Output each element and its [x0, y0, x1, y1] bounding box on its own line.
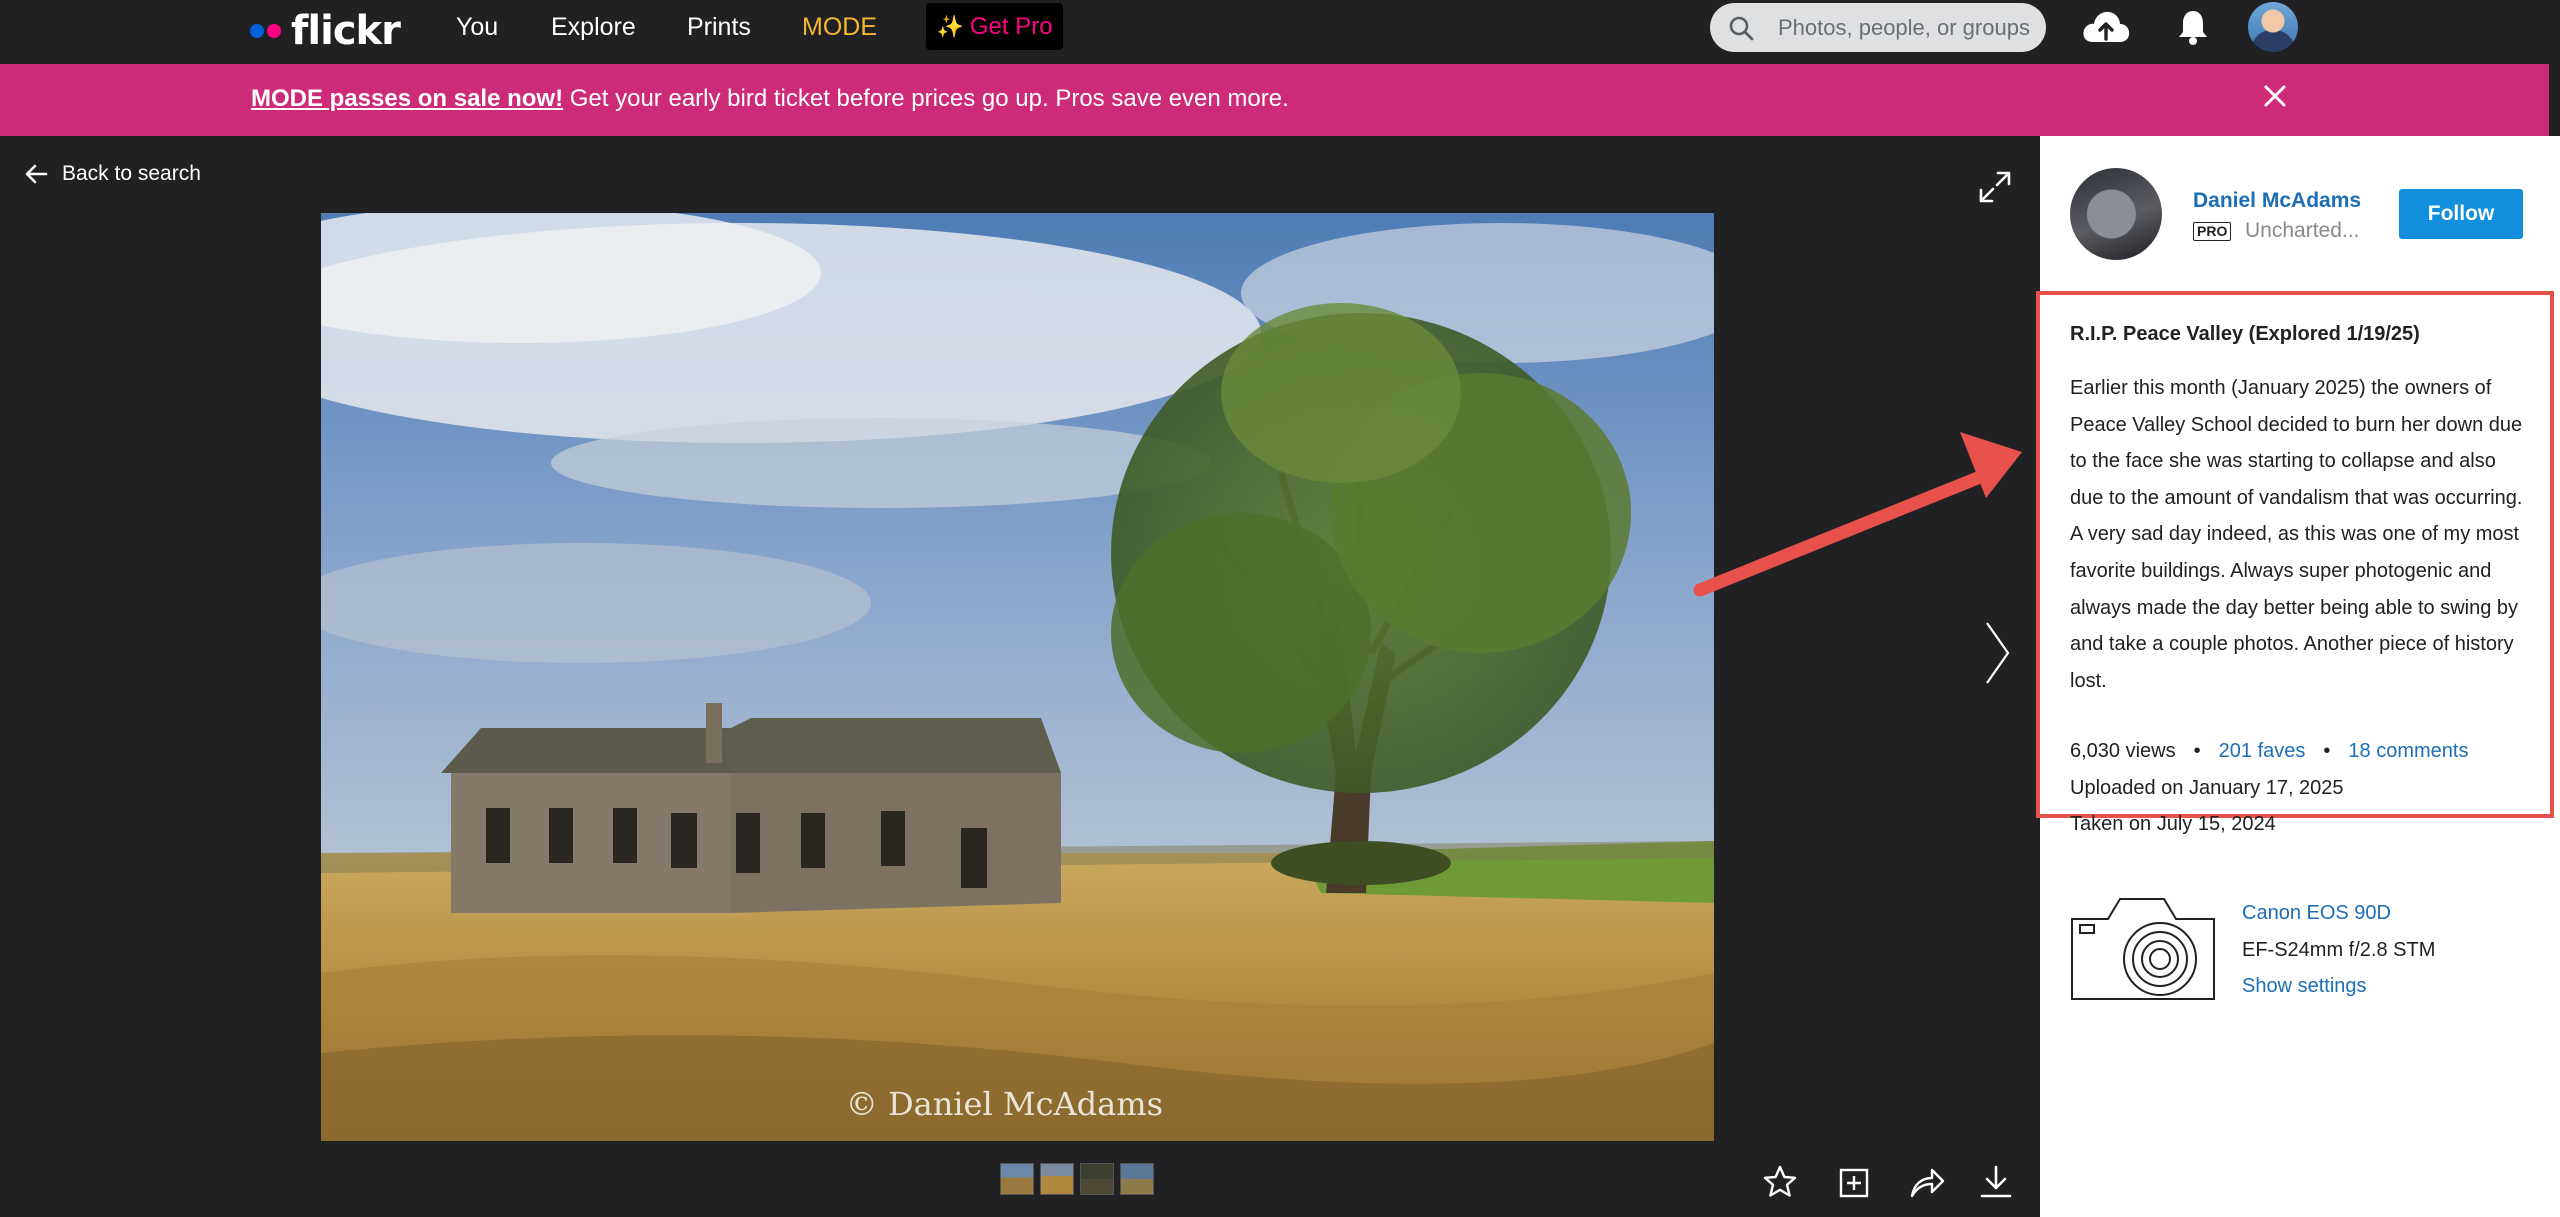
- owner-avatar[interactable]: [2070, 168, 2162, 260]
- photo-illustration: [321, 213, 1714, 1141]
- next-photo-chevron-icon[interactable]: [1984, 620, 2012, 686]
- add-to-gallery-icon[interactable]: [1837, 1164, 1871, 1200]
- photo-description: Earlier this month (January 2025) the ow…: [2070, 377, 2523, 692]
- share-arrow-icon[interactable]: [1908, 1164, 1946, 1200]
- logo-pink-dot: [267, 24, 281, 38]
- banner-text: Get your early bird ticket before prices…: [563, 85, 1289, 112]
- close-icon[interactable]: [2263, 84, 2287, 108]
- main-photo[interactable]: © Daniel McAdams: [321, 213, 1714, 1141]
- camera-model-link[interactable]: Canon EOS 90D: [2242, 902, 2391, 925]
- get-pro-label: Get Pro: [969, 12, 1053, 40]
- arrow-left-icon: [25, 164, 48, 184]
- follow-button[interactable]: Follow: [2399, 189, 2523, 239]
- back-to-search-link[interactable]: Back to search: [24, 162, 201, 186]
- promo-banner: MODE passes on sale now! Get your early …: [0, 64, 2549, 136]
- faves-link[interactable]: 201 faves: [2219, 740, 2306, 762]
- views-count: 6,030 views: [2070, 740, 2176, 762]
- pro-badge: PRO: [2193, 222, 2232, 241]
- nav-explore[interactable]: Explore: [551, 12, 636, 42]
- download-icon[interactable]: [1979, 1164, 2013, 1200]
- back-to-search-label: Back to search: [62, 162, 201, 185]
- owner-name-link[interactable]: Daniel McAdams: [2193, 189, 2361, 213]
- photo-title: R.I.P. Peace Valley (Explored 1/19/25): [2070, 323, 2420, 345]
- stats-separator: •: [2193, 740, 2201, 762]
- photo-stats: 6,030 views • 201 faves • 18 comments: [2070, 740, 2468, 763]
- banner-link[interactable]: MODE passes on sale now!: [251, 85, 563, 112]
- uploaded-date: Uploaded on January 17, 2025: [2070, 777, 2344, 799]
- upload-cloud-icon[interactable]: [2081, 8, 2131, 46]
- thumbnail-4[interactable]: [1120, 1163, 1154, 1195]
- owner-subtitle: Uncharted...: [2245, 219, 2360, 242]
- photo-watermark: © Daniel McAdams: [845, 1085, 1163, 1123]
- search-input[interactable]: [1776, 11, 2040, 45]
- get-pro-button[interactable]: ✨ Get Pro: [926, 3, 1063, 50]
- search-icon: [1729, 16, 1754, 41]
- user-avatar[interactable]: [2248, 2, 2298, 52]
- thumbnail-1[interactable]: [1000, 1163, 1034, 1195]
- banner-message: MODE passes on sale now! Get your early …: [251, 85, 1289, 113]
- nav-prints[interactable]: Prints: [687, 12, 751, 42]
- stats-separator: •: [2323, 740, 2331, 762]
- thumbnail-3[interactable]: [1080, 1163, 1114, 1195]
- thumbnail-2[interactable]: [1040, 1163, 1074, 1195]
- nav-you[interactable]: You: [456, 12, 498, 42]
- sparkle-icon: ✨: [936, 13, 964, 39]
- logo-blue-dot: [250, 24, 264, 38]
- fullscreen-expand-icon[interactable]: [1978, 170, 2012, 204]
- camera-icon: [2071, 898, 2215, 1000]
- comments-link[interactable]: 18 comments: [2348, 740, 2468, 762]
- lens-model: EF-S24mm f/2.8 STM: [2242, 939, 2436, 961]
- flickr-logo[interactable]: flickr: [250, 6, 401, 56]
- photostream-thumbnails: [1000, 1163, 1154, 1195]
- search-box[interactable]: [1710, 3, 2046, 52]
- logo-wordmark: flickr: [291, 8, 401, 54]
- notifications-bell-icon[interactable]: [2177, 8, 2209, 46]
- show-settings-link[interactable]: Show settings: [2242, 975, 2367, 998]
- top-navigation: flickr You Explore Prints MODE ✨ Get Pro: [0, 0, 2560, 64]
- nav-mode[interactable]: MODE: [802, 12, 877, 42]
- favorite-star-icon[interactable]: [1762, 1164, 1798, 1200]
- taken-date: Taken on July 15, 2024: [2070, 813, 2276, 835]
